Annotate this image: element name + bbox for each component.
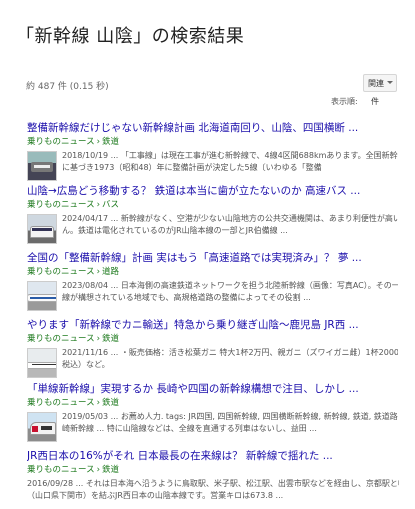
result-source-link[interactable]: 乗りものニュース [27,200,95,210]
sort-select[interactable]: 関連 [363,74,397,92]
result-category-link[interactable]: 鉄道 [102,398,119,408]
result-source-link[interactable]: 乗りものニュース [27,137,95,147]
result-thumbnail[interactable] [27,412,57,442]
search-result: 「単線新幹線」実現するか 長崎や四国の新幹線構想で注目、しかし ... 乗りもの… [27,382,399,445]
result-title-link[interactable]: 整備新幹線だけじゃない新幹線計画 北海道南回り、山陰、四国横断 ... [27,121,399,135]
result-title-link[interactable]: 山陰→広島どう移動する？ 鉄道は本当に歯が立たないのか 高速バス ... [27,184,399,198]
result-source-link[interactable]: 乗りものニュース [27,398,95,408]
result-source-link[interactable]: 乗りものニュース [27,267,95,277]
result-category-link[interactable]: 道路 [102,267,119,277]
snippet-line: 2019/05/03 ... お薦め人力. tags: JR四国, 四国新幹線,… [62,412,398,421]
snippet-line: （山口県下関市）を結ぶJR西日本の山陰本線です。営業キロは673.8 ... [27,491,284,500]
result-breadcrumb: 乗りものニュース › 鉄道 [27,465,119,475]
search-result: JR西日本の16%がそれ 日本最長の在来線は？ 新幹線で揺れた ... 乗りもの… [27,449,399,507]
search-result: やります「新幹線でカニ輸送」特急から乗り継ぎ山陰～鹿児島 JR西 ... 乗りも… [27,318,399,381]
sort-select-value: 関連 [368,78,384,88]
display-order-label: 表示順: [331,97,358,106]
snippet-line: ん。鉄道は電化されているのがJR山陰本線の一部とJR伯備線 ... [62,226,288,235]
result-breadcrumb: 乗りものニュース › バス [27,200,119,210]
chevron-down-icon [387,81,393,84]
search-result: 整備新幹線だけじゃない新幹線計画 北海道南回り、山陰、四国横断 ... 乗りもの… [27,121,399,184]
result-snippet: 2024/04/17 ... 新幹線がなく、空港が少ない山陰地方の公共交通機関は… [62,213,398,237]
result-category-link[interactable]: バス [102,200,119,210]
result-title-link[interactable]: やります「新幹線でカニ輸送」特急から乗り継ぎ山陰～鹿児島 JR西 ... [27,318,399,332]
snippet-line: 2016/09/28 ... それは日本海へ沿うように鳥取駅、米子駅、松江駅、出… [27,479,399,488]
search-result: 山陰→広島どう移動する？ 鉄道は本当に歯が立たないのか 高速バス ... 乗りも… [27,184,399,247]
page-title: 「新幹線 山陰」の検索結果 [16,26,245,47]
result-breadcrumb: 乗りものニュース › 鉄道 [27,398,119,408]
snippet-line: 税込）など。 [62,360,110,369]
result-category-link[interactable]: 鉄道 [102,465,119,475]
result-snippet: 2018/10/19 ... 「工事線」は現在工事が進む新幹線で、4線4区間68… [62,150,398,174]
search-result: 全国の「整備新幹線」計画 実はもう「高速道路では実現済み」？ 夢 ... 乗りも… [27,251,399,314]
result-snippet: 2023/08/04 ... 日本海側の高速鉄道ネットワークを担う北陸新幹線（画… [62,280,398,304]
display-order-value[interactable]: 件 [371,96,379,107]
result-snippet: 2016/09/28 ... それは日本海へ沿うように鳥取駅、米子駅、松江駅、出… [27,478,399,502]
snippet-line: 2018/10/19 ... 「工事線」は現在工事が進む新幹線で、4線4区間68… [62,151,398,160]
result-count: 約 487 件 (0.15 秒) [26,82,109,92]
result-category-link[interactable]: 鉄道 [102,137,119,147]
result-snippet: 2019/05/03 ... お薦め人力. tags: JR四国, 四国新幹線,… [62,411,398,435]
result-thumbnail[interactable] [27,214,57,244]
result-source-link[interactable]: 乗りものニュース [27,465,95,475]
result-source-link[interactable]: 乗りものニュース [27,334,95,344]
result-breadcrumb: 乗りものニュース › 鉄道 [27,334,119,344]
result-breadcrumb: 乗りものニュース › 鉄道 [27,137,119,147]
snippet-line: 2021/11/16 ... ・販売価格：活き松葉ガニ 特大1杯2万円、親ガニ（… [62,348,398,357]
result-thumbnail[interactable] [27,151,57,181]
result-snippet: 2021/11/16 ... ・販売価格：活き松葉ガニ 特大1杯2万円、親ガニ（… [62,347,398,371]
result-title-link[interactable]: 「単線新幹線」実現するか 長崎や四国の新幹線構想で注目、しかし ... [27,382,399,396]
result-title-link[interactable]: 全国の「整備新幹線」計画 実はもう「高速道路では実現済み」？ 夢 ... [27,251,399,265]
snippet-line: 2023/08/04 ... 日本海側の高速鉄道ネットワークを担う北陸新幹線（画… [62,281,398,290]
snippet-line: に基づき1973（昭和48）年に整備計画が決定した5線〔いわゆる「整備 [62,163,322,172]
result-thumbnail[interactable] [27,348,57,378]
snippet-line: 線が構想されている地域でも、高規格道路の整備によってその役割 ... [62,293,311,302]
snippet-line: 崎新幹線 ... 特に山陰線などは、全線を直通する列車はないし、益田 ... [62,424,317,433]
result-category-link[interactable]: 鉄道 [102,334,119,344]
result-breadcrumb: 乗りものニュース › 道路 [27,267,119,277]
result-thumbnail[interactable] [27,281,57,311]
result-title-link[interactable]: JR西日本の16%がそれ 日本最長の在来線は？ 新幹線で揺れた ... [27,449,399,463]
snippet-line: 2024/04/17 ... 新幹線がなく、空港が少ない山陰地方の公共交通機関は… [62,214,398,223]
